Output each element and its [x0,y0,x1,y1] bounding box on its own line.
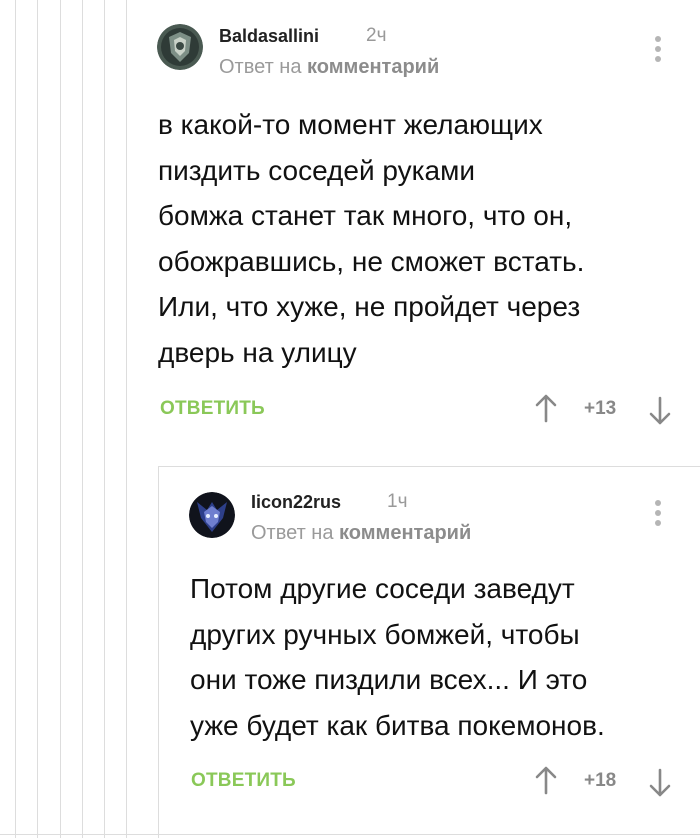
reply-to-target[interactable]: комментарий [339,522,471,544]
downvote-icon[interactable] [648,768,672,798]
comment-line: бомжа станет так много, что он, [158,200,573,231]
comment-line: Потом другие соседи заведут [190,573,575,604]
comment-line: Или, что хуже, не пройдет через [158,291,581,322]
more-menu-icon[interactable] [654,36,662,66]
reply-to-prefix: Ответ на [251,522,334,544]
comment: Baldasallini 2ч Ответ на комментарий в к… [0,0,700,466]
comment-line: в какой-то момент желающих [158,109,543,140]
username[interactable]: Iicon22rus [251,492,341,513]
user-avatar[interactable] [189,492,235,538]
reply-to-target[interactable]: комментарий [307,56,439,78]
comment-body: Потом другие соседи заведут других ручны… [190,566,605,748]
comment-line: других ручных бомжей, чтобы [190,618,580,650]
reply-button[interactable]: ОТВЕТИТЬ [191,770,296,792]
timestamp: 1ч [387,491,408,512]
user-avatar[interactable] [157,24,203,70]
downvote-icon[interactable] [648,396,672,426]
reply-to-link[interactable]: Ответ на комментарий [219,56,439,79]
reply-to-link[interactable]: Ответ на комментарий [251,522,471,545]
username[interactable]: Baldasallini [219,26,319,47]
reply-button[interactable]: ОТВЕТИТЬ [160,398,265,420]
more-menu-icon[interactable] [654,500,662,530]
comment-body: в какой-то момент желающих пиздить сосед… [158,102,584,375]
comment-line: обожравшись, не сможет встать. [158,245,585,277]
timestamp: 2ч [366,25,387,46]
upvote-icon[interactable] [534,765,558,795]
dark-mask-icon [189,492,235,538]
comment-line: дверь на улицу [158,336,357,368]
shield-emblem-icon [157,24,203,70]
reply-to-prefix: Ответ на [219,56,302,78]
comment-line: уже будет как битва покемонов. [190,709,605,741]
rating-count: +13 [584,398,617,419]
reply-comment: Iicon22rus 1ч Ответ на комментарий Потом… [0,466,700,838]
comment-line: пиздить соседей руками [158,154,475,186]
rating-count: +18 [584,770,617,791]
upvote-icon[interactable] [534,393,558,423]
comment-line: они тоже пиздили всех... И это [190,664,588,695]
